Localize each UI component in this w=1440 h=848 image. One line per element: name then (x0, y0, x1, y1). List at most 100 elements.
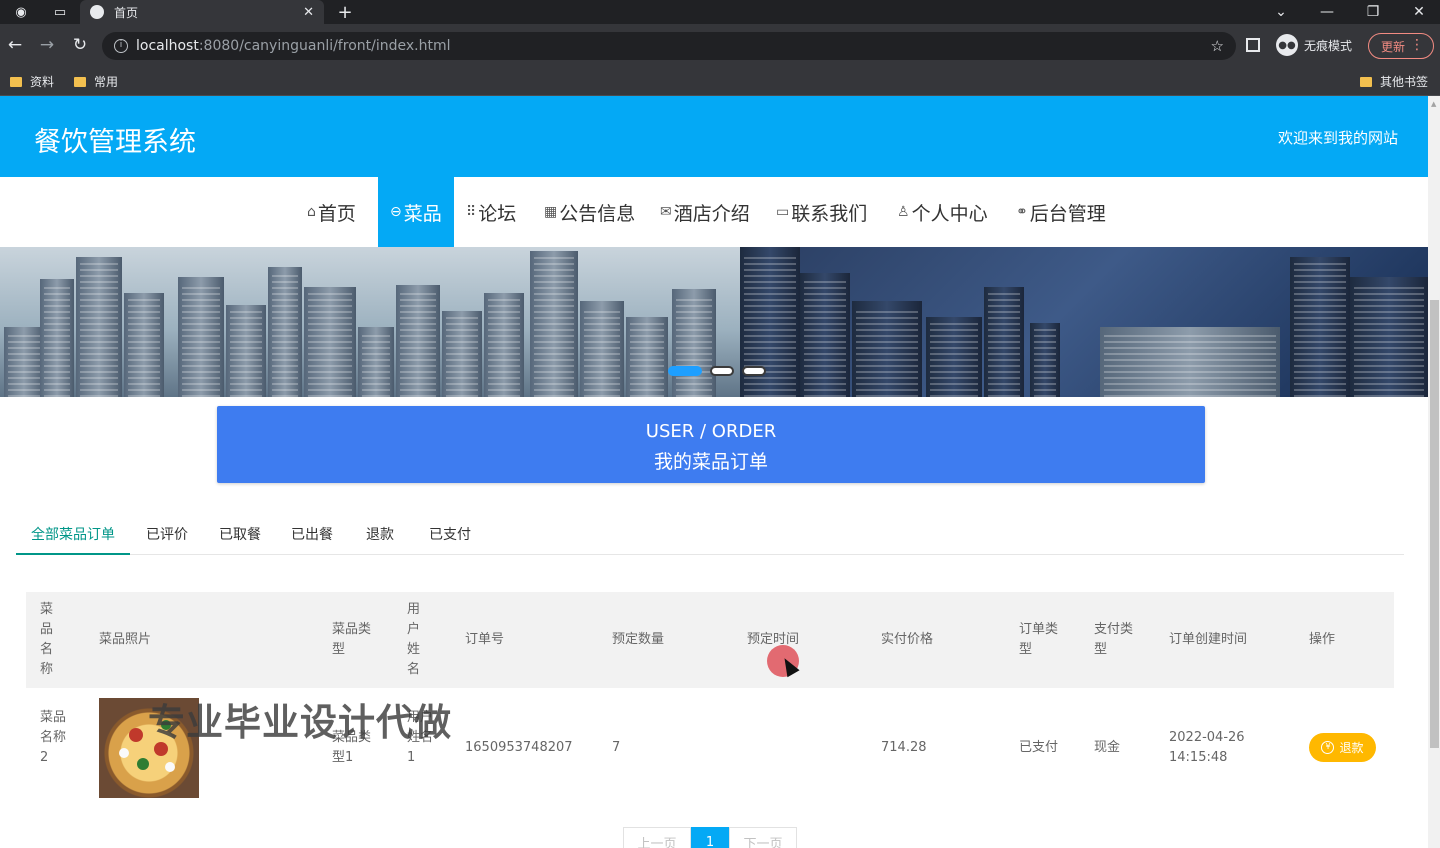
nav-label: 公告信息 (559, 202, 636, 225)
nav-item-forum[interactable]: ⠿ 论坛 (466, 177, 516, 247)
dish-icon: ⊖ (390, 204, 402, 220)
site-title: 餐饮管理系统 (34, 127, 196, 158)
watermark-text: 专业毕业设计代做 (148, 701, 452, 744)
cell-created-time: 14:15:48 (1169, 750, 1228, 765)
building (984, 287, 1024, 397)
carousel-dot[interactable] (710, 366, 734, 376)
side-panel-icon[interactable] (1246, 38, 1260, 52)
other-bookmarks-label: 其他书签 (1380, 75, 1429, 89)
tab-search-icon[interactable]: ▭ (48, 2, 72, 22)
notice-icon: ▦ (544, 204, 558, 220)
building (442, 311, 482, 397)
browser-menu-icon[interactable]: ◉ (10, 2, 32, 22)
update-button[interactable]: 更新 ⋮ (1368, 33, 1434, 59)
nav-item-user-center[interactable]: ♙ 个人中心 (897, 177, 988, 247)
new-tab-icon[interactable]: + (334, 2, 356, 23)
nav-item-contact[interactable]: ▭ 联系我们 (776, 177, 867, 247)
th-qty: 预定数量 (612, 632, 665, 647)
th-dish-name: 菜品名称 (40, 602, 54, 677)
close-window-icon[interactable]: ✕ (1396, 0, 1440, 24)
order-tabs: 全部菜品订单 已评价 已取餐 已出餐 退款 已支付 (16, 517, 1404, 555)
building (484, 293, 524, 397)
scrollbar-thumb[interactable] (1430, 300, 1439, 748)
cell-dish-name: 菜品名称2 (40, 710, 67, 765)
other-bookmarks[interactable]: 其他书签 (1360, 73, 1428, 90)
building (76, 257, 122, 397)
close-tab-icon[interactable]: ✕ (303, 5, 314, 20)
bookmark-folder-2[interactable]: 常用 (74, 73, 118, 90)
topping (165, 762, 175, 772)
globe-icon (90, 5, 104, 19)
th-dish-type: 菜品类型 (332, 622, 372, 657)
yen-icon: ¥ (1321, 741, 1335, 754)
bookmark-star-icon[interactable]: ☆ (1211, 37, 1224, 55)
building (626, 317, 668, 397)
th-action: 操作 (1309, 632, 1336, 647)
address-bar[interactable]: i localhost:8080/canyinguanli/front/inde… (102, 32, 1236, 60)
building (4, 327, 44, 397)
site-info-icon[interactable]: i (114, 39, 128, 53)
bookmark-label: 常用 (94, 75, 119, 89)
nav-label: 菜品 (403, 202, 442, 225)
bookmark-folder-1[interactable]: 资料 (10, 73, 54, 90)
refund-button[interactable]: ¥ 退款 (1309, 733, 1376, 762)
incognito-indicator[interactable]: ●● 无痕模式 (1276, 34, 1352, 56)
carousel-dot[interactable] (742, 366, 766, 376)
order-title-en: USER / ORDER (645, 421, 777, 442)
th-created: 订单创建时间 (1169, 632, 1248, 647)
building (396, 285, 440, 397)
scroll-up-arrow-icon[interactable]: ▲ (1431, 100, 1436, 108)
nav-item-hotel-intro[interactable]: ✉ 酒店介绍 (660, 177, 750, 247)
tab-reviewed[interactable]: 已评价 (146, 517, 188, 555)
back-icon[interactable]: ← (4, 34, 26, 56)
more-menu-icon[interactable]: ⋮ (1410, 37, 1424, 53)
tab-paid[interactable]: 已支付 (429, 517, 471, 555)
folder-icon (10, 76, 22, 87)
link-icon: ⚭ (1016, 204, 1028, 220)
minimize-icon[interactable]: — (1304, 0, 1350, 24)
bookmark-label: 资料 (30, 75, 55, 89)
nav-item-dishes[interactable]: ⊖ 菜品 (378, 177, 454, 247)
tab-all-orders[interactable]: 全部菜品订单 (16, 517, 130, 555)
nav-item-notices[interactable]: ▦ 公告信息 (544, 177, 635, 247)
prev-page-button[interactable]: 上一页 (623, 827, 691, 848)
tab-list-icon[interactable]: ⌄ (1258, 0, 1304, 24)
user-icon: ♙ (897, 204, 910, 220)
reload-icon[interactable]: ↻ (69, 34, 91, 56)
building (580, 301, 624, 397)
cell-pay-type: 现金 (1094, 740, 1121, 755)
tab-picked-up[interactable]: 已取餐 (219, 517, 261, 555)
building (1290, 257, 1350, 397)
nav-item-home[interactable]: ⌂ 首页 (307, 177, 356, 247)
carousel-dot[interactable] (668, 366, 702, 376)
browser-tab-bar: ◉ ▭ 首页 ✕ + ⌄ — ❐ ✕ (0, 0, 1440, 24)
incognito-icon: ●● (1276, 34, 1298, 56)
folder-icon (74, 76, 86, 87)
bookmarks-bar: 资料 常用 其他书签 (0, 66, 1440, 96)
building (304, 287, 356, 397)
restore-icon[interactable]: ❐ (1350, 0, 1396, 24)
cell-created-date: 2022-04-26 (1169, 730, 1245, 745)
tab-served[interactable]: 已出餐 (291, 517, 333, 555)
th-user-name: 用户姓名 (407, 602, 421, 677)
update-label: 更新 (1381, 39, 1406, 54)
th-order-no: 订单号 (465, 632, 505, 647)
nav-item-admin[interactable]: ⚭ 后台管理 (1016, 177, 1106, 247)
forward-icon[interactable]: → (36, 34, 58, 56)
welcome-text: 欢迎来到我的网站 (1277, 129, 1398, 147)
topping (129, 728, 143, 742)
browser-tab[interactable]: 首页 ✕ (80, 0, 324, 24)
contact-icon: ▭ (776, 204, 790, 220)
page-1-button[interactable]: 1 (691, 827, 729, 848)
tab-refund[interactable]: 退款 (366, 517, 394, 555)
refund-label: 退款 (1339, 741, 1364, 755)
nav-label: 联系我们 (791, 202, 868, 225)
cell-order-no: 1650953748207 (465, 740, 573, 755)
topping (137, 758, 149, 770)
building (852, 301, 922, 397)
folder-icon (1360, 76, 1372, 87)
next-page-button[interactable]: 下一页 (729, 827, 797, 848)
building (358, 327, 394, 397)
pagination: 上一页 1 下一页 (623, 827, 797, 848)
nav-label: 个人中心 (911, 202, 988, 225)
